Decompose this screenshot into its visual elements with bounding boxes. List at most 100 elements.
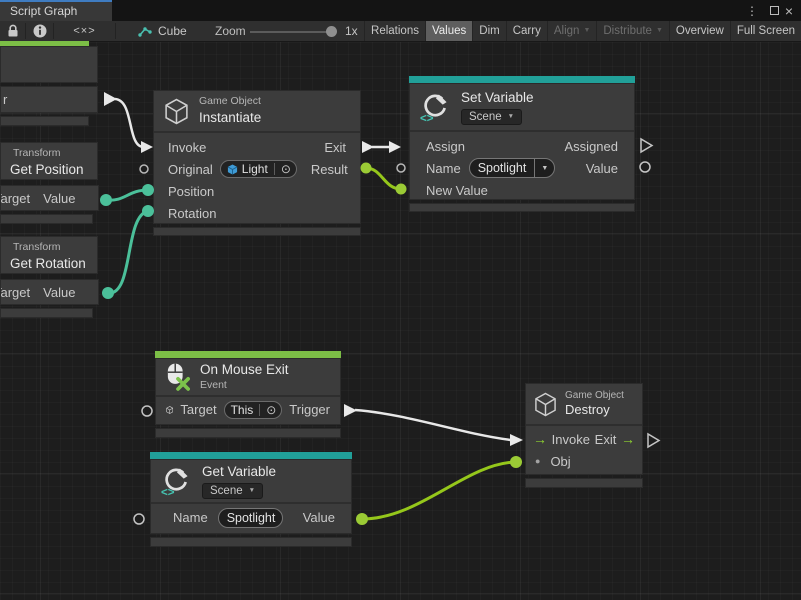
lock-button[interactable] [0,21,25,41]
full-screen-button[interactable]: Full Screen [730,21,801,41]
variable-icon: <> [161,466,190,497]
on-mouse-exit-trigger-label: Trigger [289,402,330,417]
carry-button[interactable]: Carry [506,21,547,41]
destroy-obj-label: Obj [550,454,570,469]
edit-code-button[interactable]: <×> [54,21,115,41]
instantiate-node-footer [153,227,361,236]
instantiate-category: Game Object [199,95,261,109]
get-variable-node[interactable]: <> Get Variable Scene ▼ Name Spotlight ▼… [150,459,352,534]
flow-arrow-icon: → [621,432,635,446]
chevron-down-icon: ▼ [583,21,590,41]
field-divider [274,163,275,175]
get-position-node[interactable]: Transform Get Position [0,142,98,180]
gameobject-icon [227,164,238,175]
destroy-exit-label: Exit [595,432,617,447]
window-maximize-icon[interactable] [770,0,779,21]
instantiate-rotation-label: Rotation [168,206,216,221]
set-variable-kind-dropdown[interactable]: Scene ▼ [461,109,522,125]
graph-toolbar: <×> Cube Zoom 1x Relations Values Dim Ca… [0,21,801,42]
mouse-event-icon [166,363,190,391]
align-dropdown[interactable]: Align▼ [547,21,597,41]
cube-icon [534,392,557,417]
tab-script-graph[interactable]: Script Graph [0,0,112,21]
on-mouse-exit-target-label: Target [180,402,216,417]
original-object-field[interactable]: Light ⊙ [220,160,297,178]
get-position-category: Transform [13,147,97,161]
destroy-category: Game Object [565,389,624,402]
set-variable-accent [409,76,635,83]
set-variable-assigned-label: Assigned [565,139,618,154]
get-variable-title: Get Variable [202,463,276,481]
info-button[interactable] [26,21,53,41]
get-rotation-value-label: Value [43,285,75,300]
on-mouse-exit-accent [155,351,341,358]
get-variable-kind-dropdown[interactable]: Scene ▼ [202,483,263,499]
get-position-title: Get Position [10,161,97,179]
get-rotation-title: Get Rotation [10,255,97,273]
overview-button[interactable]: Overview [669,21,730,41]
values-button[interactable]: Values [425,21,472,41]
instantiate-exit-label: Exit [324,140,346,155]
script-graph-icon [138,25,152,37]
graph-breadcrumb[interactable]: Cube [138,21,187,41]
trigger-label-fragment: r [3,92,7,107]
window-close-icon[interactable]: × [781,0,797,21]
original-field-value: Light [242,162,268,176]
set-variable-node[interactable]: <> Set Variable Scene ▼ Assign Assigned … [409,83,635,200]
destroy-node-footer [525,478,643,488]
on-mouse-exit-node[interactable]: On Mouse Exit Event Target This ⊙ Trigge… [155,358,341,425]
zoom-slider-track[interactable] [250,31,336,33]
relations-button[interactable]: Relations [364,21,425,41]
cube-icon [166,403,173,417]
object-picker-icon[interactable]: ⊙ [266,404,276,416]
set-variable-name-dropdown[interactable]: Spotlight ▼ [469,158,556,178]
get-variable-value-label: Value [303,510,335,525]
code-icon: <×> [73,25,95,37]
set-variable-title: Set Variable [461,89,534,107]
svg-text:<>: <> [161,486,175,497]
get-position-value-label: Value [43,191,75,206]
info-icon [33,24,47,38]
window-menu-icon[interactable]: ⋮ [745,0,759,21]
destroy-invoke-label: Invoke [552,432,590,447]
destroy-node[interactable]: Game Object Destroy → Invoke Exit → ● Ob… [525,383,643,475]
zoom-label: Zoom [215,21,246,41]
tab-title: Script Graph [10,4,77,18]
set-variable-value-label: Value [586,161,618,176]
field-divider [259,404,260,416]
toolbar-separator [115,23,116,39]
instantiate-node[interactable]: Game Object Instantiate Invoke Exit Orig… [153,90,361,224]
get-variable-name-dropdown[interactable]: Spotlight ▼ [218,508,283,528]
target-object-field[interactable]: This ⊙ [224,401,283,419]
instantiate-original-label: Original [168,162,213,177]
partial-event-node-row[interactable]: r [0,86,98,113]
tab-bar: Script Graph ⋮ × [0,0,801,21]
get-rotation-ports-row[interactable]: Target Value [0,279,99,305]
graph-canvas[interactable] [0,42,801,600]
get-rotation-target-label: Target [0,285,30,300]
cube-icon [164,98,189,125]
breadcrumb-target-label: Cube [158,24,187,38]
get-position-node-footer [0,214,93,224]
partial-event-node-footer [0,116,89,126]
dim-button[interactable]: Dim [472,21,505,41]
set-variable-name-label: Name [426,161,461,176]
distribute-dropdown[interactable]: Distribute▼ [596,21,669,41]
zoom-slider-knob[interactable] [326,26,337,37]
get-rotation-category: Transform [13,241,97,255]
on-mouse-exit-title: On Mouse Exit [200,361,289,379]
target-field-value: This [231,403,254,417]
unity-visual-scripting-window: Script Graph ⋮ × <×> [0,0,801,600]
get-position-ports-row[interactable]: Target Value [0,185,99,211]
svg-text:<>: <> [420,112,434,123]
variable-icon: <> [420,92,449,123]
partial-event-node-header[interactable] [0,46,98,83]
set-variable-assign-label: Assign [426,139,465,154]
instantiate-position-label: Position [168,184,214,199]
set-variable-node-footer [409,203,635,212]
instantiate-result-label: Result [311,162,348,177]
object-picker-icon[interactable]: ⊙ [281,163,291,175]
chevron-down-icon: ▼ [656,21,663,41]
get-rotation-node[interactable]: Transform Get Rotation [0,236,98,274]
lock-icon [7,24,19,38]
